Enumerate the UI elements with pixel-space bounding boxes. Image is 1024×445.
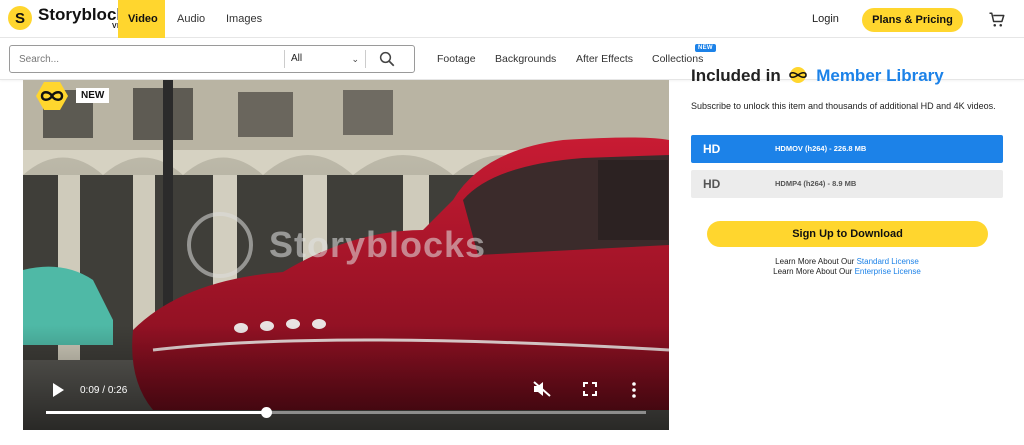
- standard-license-line: Learn More About Our Standard License: [691, 257, 1003, 266]
- quality-label: HD: [703, 142, 721, 156]
- divider: [284, 50, 285, 68]
- watermark-logo-icon: [187, 212, 253, 278]
- learn-more-text: Learn More About Our: [775, 257, 855, 266]
- infinity-badge-icon: [36, 82, 68, 110]
- fullscreen-icon[interactable]: [583, 382, 597, 396]
- duration: 0:26: [107, 385, 128, 396]
- nav-link-collections[interactable]: Collections: [652, 53, 703, 65]
- watermark-text: Storyblocks: [269, 224, 487, 265]
- learn-more-text: Learn More About Our: [773, 267, 853, 276]
- progress-knob[interactable]: [260, 407, 272, 418]
- chevron-down-icon: ⌄: [351, 54, 359, 64]
- play-icon[interactable]: [52, 383, 64, 397]
- category-select-value: All: [291, 53, 303, 64]
- sign-up-download-button[interactable]: Sign Up to Download: [707, 221, 988, 247]
- tab-audio[interactable]: Audio: [167, 0, 215, 38]
- member-library-link[interactable]: Member Library: [816, 66, 944, 85]
- time-display: 0:09 / 0:26: [80, 385, 128, 396]
- watermark: Storyblocks: [187, 212, 486, 278]
- current-time: 0:09: [80, 385, 100, 396]
- format-label: HDMP4 (h264) - 8.9 MB: [775, 179, 857, 188]
- cart-icon[interactable]: [988, 11, 1006, 29]
- quality-label: HD: [703, 177, 721, 191]
- download-option-hdmov[interactable]: HD HDMOV (h264) - 226.8 MB: [691, 135, 1003, 163]
- mute-icon[interactable]: [533, 381, 551, 397]
- category-select[interactable]: All ⌄: [291, 46, 365, 72]
- more-options-icon[interactable]: [631, 382, 637, 398]
- nav-link-after-effects[interactable]: After Effects: [576, 53, 633, 65]
- nav-link-footage[interactable]: Footage: [437, 53, 476, 65]
- new-badge: NEW: [695, 44, 716, 52]
- nav-link-backgrounds[interactable]: Backgrounds: [495, 53, 556, 65]
- plans-pricing-button[interactable]: Plans & Pricing: [862, 8, 963, 32]
- video-player[interactable]: NEW Storyblocks 0:09 / 0:26: [23, 80, 669, 430]
- progress-fill: [46, 411, 266, 414]
- enterprise-license-line: Learn More About Our Enterprise License: [691, 267, 1003, 276]
- divider: [365, 50, 366, 68]
- download-option-hdmp4[interactable]: HD HDMP4 (h264) - 8.9 MB: [691, 170, 1003, 198]
- enterprise-license-link[interactable]: Enterprise License: [855, 267, 921, 276]
- search-box: All ⌄: [9, 45, 415, 73]
- progress-track[interactable]: [46, 407, 646, 418]
- panel-heading: Included in Member Library: [691, 66, 944, 86]
- logo-mark-icon: S: [8, 6, 32, 30]
- search-icon[interactable]: [377, 50, 397, 68]
- standard-license-link[interactable]: Standard License: [857, 257, 919, 266]
- format-label: HDMOV (h264) - 226.8 MB: [775, 144, 867, 153]
- panel-heading-prefix: Included in: [691, 66, 781, 85]
- top-navigation: S Storyblocks VIDEO Video Audio Images L…: [0, 0, 1024, 38]
- member-library-icon: [789, 67, 808, 83]
- storyblocks-logo[interactable]: S Storyblocks VIDEO: [8, 6, 135, 30]
- search-input[interactable]: [19, 46, 279, 72]
- login-link[interactable]: Login: [812, 13, 839, 25]
- subscription-description: Subscribe to unlock this item and thousa…: [691, 101, 996, 111]
- tab-video[interactable]: Video: [118, 0, 165, 38]
- tab-images[interactable]: Images: [216, 0, 272, 38]
- new-badge: NEW: [76, 88, 110, 103]
